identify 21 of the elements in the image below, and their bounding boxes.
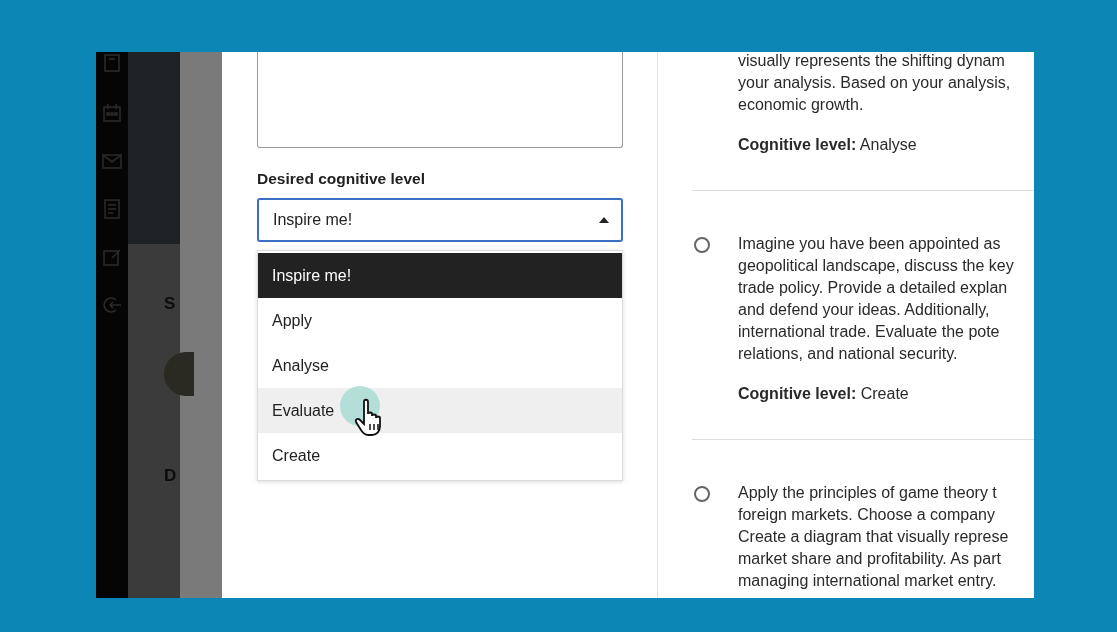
cognitive-level-text: Cognitive level: Analyse — [738, 136, 918, 154]
radio-button[interactable] — [694, 237, 710, 253]
radio-button[interactable] — [694, 486, 710, 502]
question-text: Apply the principles of game theory t foreign markets. Choose a company Create a diagram that visually represe market share and profitability. As part managing international market entry. — [738, 483, 1009, 591]
dropdown-option[interactable]: Apply — [258, 298, 622, 343]
sign-out-icon[interactable] — [101, 294, 123, 316]
field-label: Desired cognitive level — [257, 170, 426, 188]
question-text: Imagine you have been appointed as geopolitical landscape, discuss the key trade policy. Provide a detailed explan and defend your ideas. Additionally, international trade. Evaluate the pote relations, and national security. — [738, 234, 1014, 364]
dropdown-field[interactable]: Inspire me! — [257, 198, 623, 242]
dropdown-option[interactable]: Inspire me! — [258, 253, 622, 298]
question-text: visually represents the shifting dynam your analysis. Based on your analysis, economic growth. — [738, 52, 1011, 115]
list-icon[interactable] — [101, 198, 123, 220]
avatar-placeholder — [164, 352, 194, 396]
dropdown-option[interactable]: Evaluate — [258, 388, 622, 433]
cognitive-level-text: Cognitive level: Create — [738, 385, 910, 403]
text-area[interactable] — [257, 52, 623, 148]
calendar-icon[interactable] — [101, 102, 123, 124]
caret-icon — [599, 217, 609, 223]
edit-icon[interactable] — [101, 246, 123, 268]
dropdown-option[interactable]: Analyse — [258, 343, 622, 388]
dropdown-option[interactable]: Create — [258, 433, 622, 478]
